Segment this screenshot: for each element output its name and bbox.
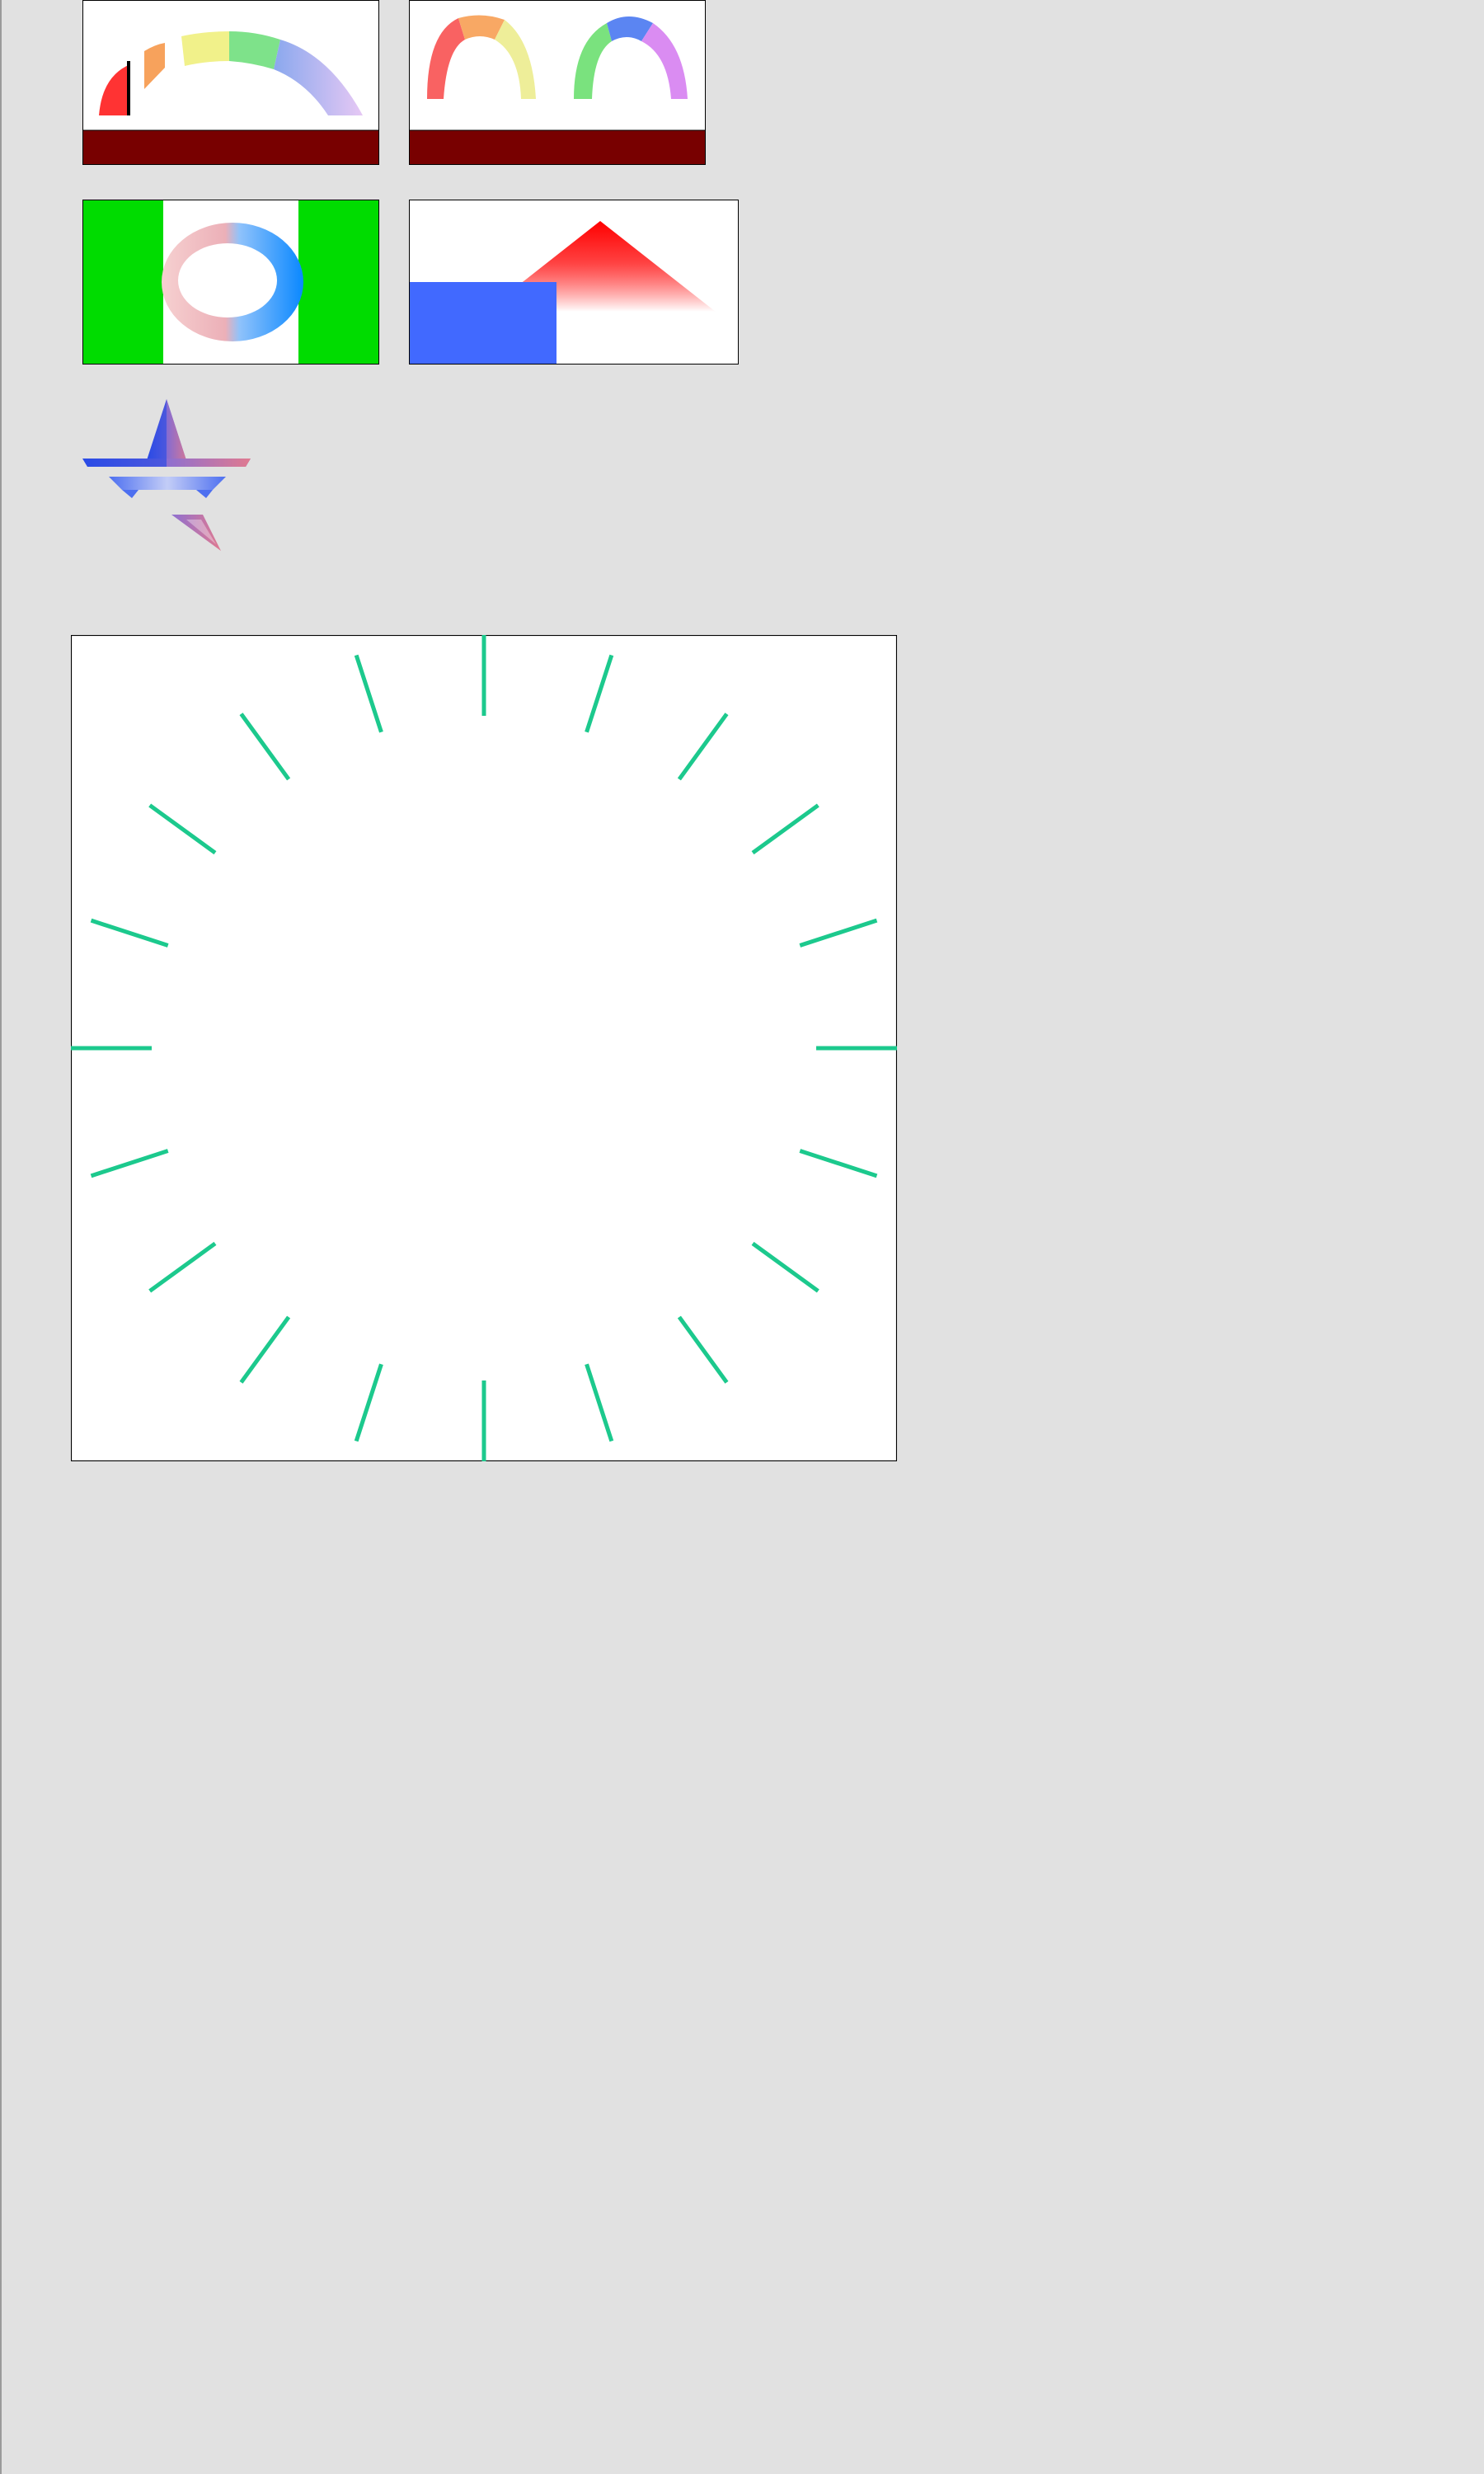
- ring-graphic: [82, 200, 379, 365]
- star-top-point-shade: [167, 399, 186, 460]
- star-center-band: [109, 477, 226, 490]
- arc-bands-panel: [82, 0, 379, 165]
- shapes-panel: [409, 200, 739, 365]
- star-lower-left-notch: [122, 490, 139, 498]
- ring-side-block-right: [298, 200, 378, 364]
- arc-bands-graphic: [82, 0, 379, 165]
- canvas-left-edge: [0, 0, 2, 2474]
- star-lower-right-notch: [196, 490, 213, 498]
- ring-hole: [178, 243, 277, 317]
- dial-frame: [71, 635, 897, 1461]
- star-panel: [81, 396, 254, 554]
- ring-side-block-left: [83, 200, 163, 364]
- twin-arches-base-bar: [409, 129, 706, 165]
- arc-bands-base-bar: [82, 129, 379, 165]
- twin-arches-graphic: [409, 0, 706, 165]
- arc-band-divider: [127, 61, 130, 115]
- ring-panel: [82, 200, 379, 365]
- twin-arches-panel: [409, 0, 706, 165]
- shapes-graphic: [409, 200, 739, 365]
- dial-graphic: [71, 635, 897, 1461]
- blue-rectangle: [410, 282, 556, 364]
- arc-band-yellow: [181, 31, 229, 66]
- dial-panel: [71, 635, 897, 1461]
- star-right-arm: [167, 459, 251, 467]
- star-graphic: [82, 399, 251, 551]
